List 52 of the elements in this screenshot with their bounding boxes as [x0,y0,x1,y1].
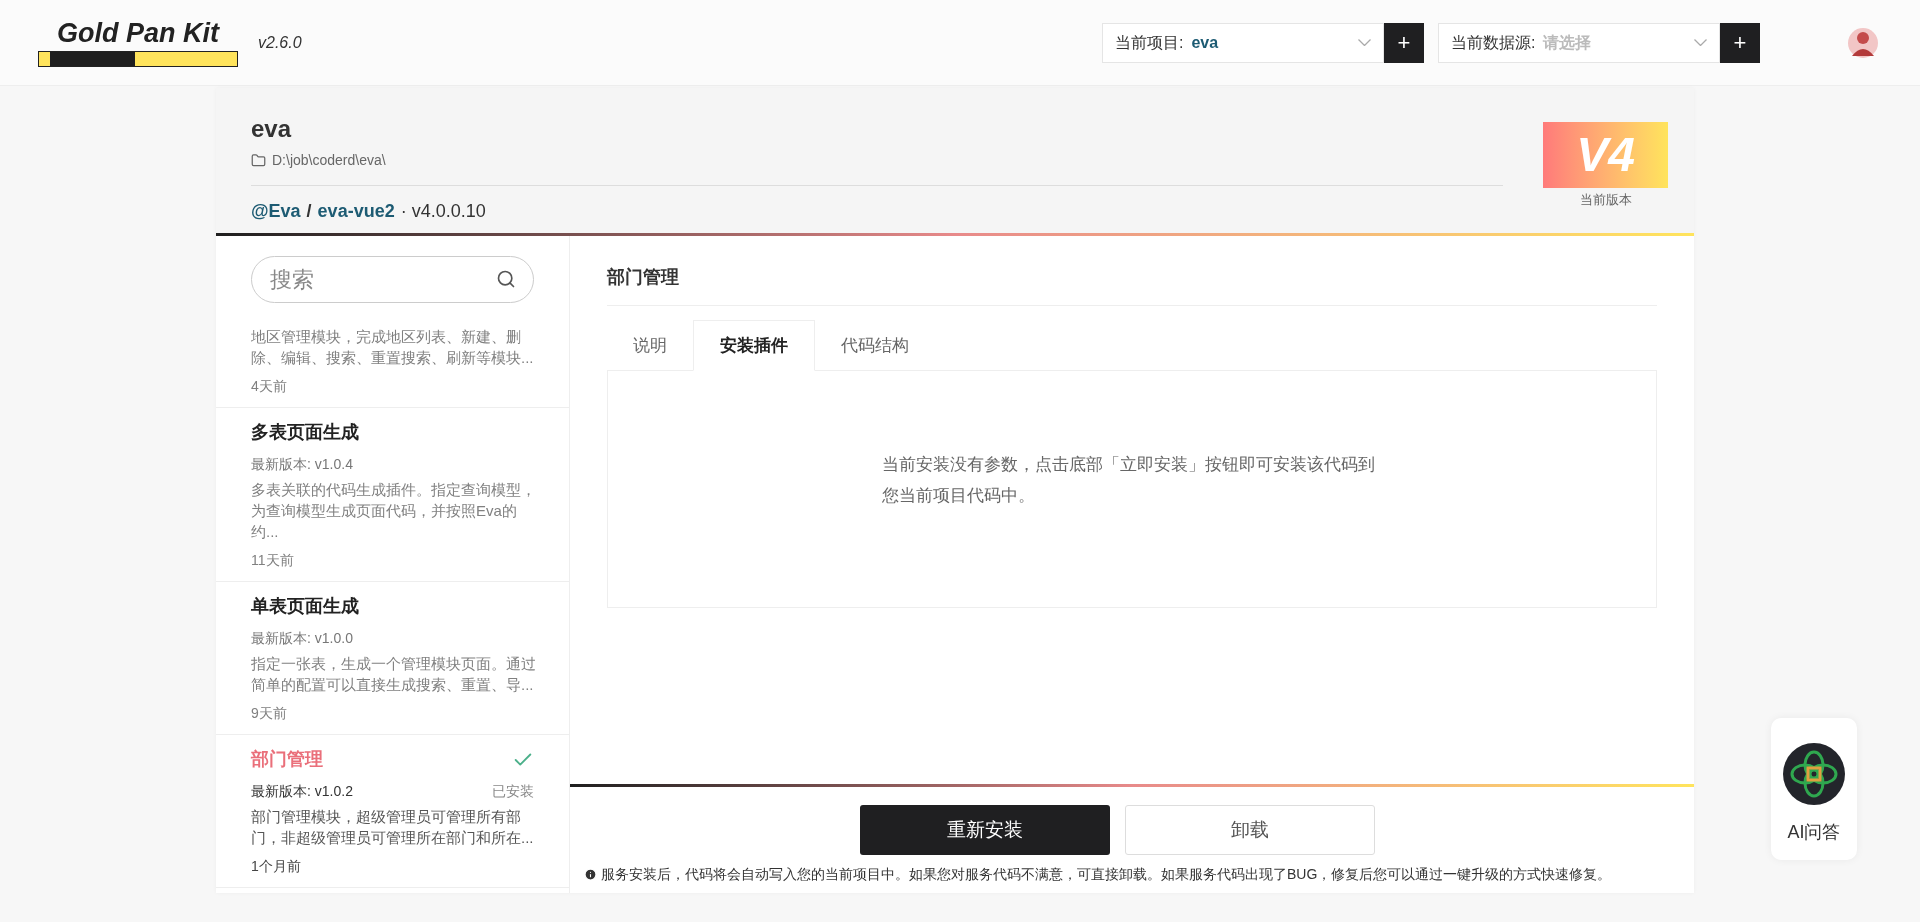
tab[interactable]: 安装插件 [693,320,815,371]
logo-text: Gold Pan Kit [57,18,219,48]
plugin-title: 部门管理 [251,748,323,771]
uninstall-button[interactable]: 卸载 [1124,805,1375,855]
install-note: 服务安装后，代码将会自动写入您的当前项目中。如果您对服务代码不满意，可直接卸载。如果服务代码出现了BUG，修复后您可以通过一键升级的方式快速修复。 [601,865,1613,883]
tab[interactable]: 代码结构 [815,320,935,371]
plugin-title: 单表页面生成 [251,595,359,618]
plugin-description: 地区管理模块，完成地区列表、新建、删除、编辑、搜索、重置搜索、刷新等模块... [251,327,535,368]
plugin-title: 多表页面生成 [251,421,359,444]
plugin-version: 最新版本: v1.0.4 [251,455,353,474]
plugin-description: 部门管理模块，超级管理员可管理所有部门，非超级管理员可管理所在部门和所在... [251,807,535,848]
assistant-label: AI问答 [1787,821,1841,844]
plugin-description: 多表关联的代码生成插件。指定查询模型，为查询模型生成页面代码，并按照Eva的约... [251,480,537,542]
path-separator: / [306,200,312,223]
search-field[interactable]: 搜索 [251,256,534,303]
plugin-time: 9天前 [251,704,288,723]
add-button[interactable]: + [1720,22,1760,63]
plugin-version: 最新版本: v1.0.0 [251,629,353,648]
reinstall-button[interactable]: 重新安装 [859,805,1110,855]
plugin-list-item[interactable]: 地区管理模块，完成地区列表、新建、删除、编辑、搜索、重置搜索、刷新等模块... 4天前 [216,311,569,408]
detail-title: 部门管理 [607,267,679,287]
knot-logo-icon [1783,743,1845,805]
search-icon [496,269,516,289]
repo-link[interactable]: eva-vue2 [317,198,395,225]
plugin-time: 4天前 [251,377,288,396]
info-icon [584,868,597,881]
plugin-list-item[interactable]: 部门管理 最新版本: v1.0.2 已安装 部门管理模块，超级管理员可管理所有部门，非超级管理员可管理所在部门和所在... 1个月前 [216,735,569,888]
plugin-time: 1个月前 [251,857,302,876]
add-button[interactable]: + [1384,22,1424,63]
chevron-down-icon [1358,39,1371,46]
folder-icon [251,153,266,168]
select-field[interactable]: 当前数据源: 请选择 [1438,22,1720,63]
plugin-description: 指定一张表，生成一个管理模块页面。通过简单的配置可以直接生成搜索、重置、导... [251,654,537,695]
owner-link[interactable]: @Eva [251,198,301,225]
project-path: D:\job\coderd\eva\ [272,151,386,170]
plugin-list-item[interactable]: 多表页面生成 最新版本: v1.0.4 多表关联的代码生成插件。指定查询模型，为查询模型生成页面代码，并按照Eva的约... 11天前 [216,408,569,582]
logo-stripe-icon [38,51,238,67]
badge-caption: 当前版本 [1579,191,1632,209]
plugin-version: 最新版本: v1.0.2 [251,782,353,801]
plugin-time: 11天前 [251,551,295,570]
assistant-widget[interactable]: AI问答 [1771,718,1857,860]
avatar-icon [1846,25,1880,60]
select-field[interactable]: 当前项目: eva [1102,22,1384,63]
installed-status: 已安装 [492,782,534,801]
version-badge: V4 [1543,122,1668,188]
plugin-list-item[interactable]: 单表页面生成 最新版本: v1.0.0 指定一张表，生成一个管理模块页面。通过简单的配置可以直接生成搜索、重置、导... 9天前 [216,582,569,735]
chevron-down-icon [1694,39,1707,46]
project-name: eva [251,114,293,144]
app-version: v2.6.0 [258,32,302,53]
install-message: 当前安装没有参数，点击底部「立即安装」按钮即可安装该代码到您当前项目代码中。 [882,454,1376,507]
project-version: · v4.0.0.10 [400,200,486,223]
tab[interactable]: 说明 [607,320,693,371]
